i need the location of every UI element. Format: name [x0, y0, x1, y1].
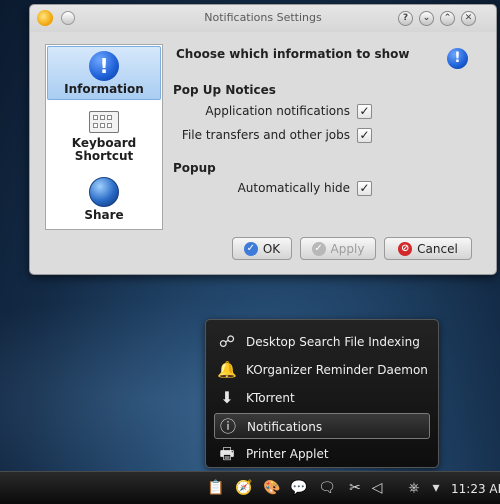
sidebar-item-information[interactable]: ! Information — [47, 46, 161, 100]
section-title-popup: Popup — [173, 161, 216, 175]
checkbox-file-transfers[interactable]: ✓ — [357, 128, 372, 143]
page-heading: Choose which information to show — [176, 47, 410, 61]
compass-icon[interactable]: 🧭 — [235, 479, 253, 497]
menu-item-ktorrent[interactable]: ⬇ KTorrent — [214, 385, 430, 411]
bell-icon: 🔔 — [217, 360, 237, 379]
settings-sidebar: ! Information Keyboard Shortcut Share — [45, 44, 163, 230]
section-title-pop-up-notices: Pop Up Notices — [173, 83, 276, 97]
info-icon: ! — [89, 51, 119, 81]
cancel-icon: ⊘ — [398, 241, 413, 256]
ok-button-label: OK — [262, 241, 281, 256]
chat-icon[interactable]: 💬 — [290, 479, 308, 497]
nepomuk-icon: ☍ — [218, 332, 236, 351]
title-bar[interactable]: Notifications Settings ? ⌄ ⌃ ✕ — [30, 5, 496, 32]
menu-item-label: Notifications — [247, 420, 323, 434]
sidebar-item-label: Share — [84, 208, 124, 222]
printer-icon: 🖶 — [219, 444, 235, 463]
option-label-application-notifications[interactable]: Application notifications — [205, 104, 350, 118]
option-label-automatically-hide[interactable]: Automatically hide — [238, 181, 350, 195]
info-icon: ! — [447, 48, 468, 69]
scissors-icon[interactable]: ✂ — [346, 479, 364, 497]
help-button[interactable]: ? — [398, 11, 413, 26]
sidebar-item-keyboard-shortcut[interactable]: Keyboard Shortcut — [47, 107, 161, 167]
arrow-left-icon[interactable]: ◁ — [368, 479, 386, 497]
menu-item-printer-applet[interactable]: 🖶 Printer Applet — [214, 441, 430, 467]
keyboard-icon — [89, 111, 119, 133]
sidebar-item-label: Shortcut — [74, 149, 134, 163]
clock[interactable]: 11:23 AM — [451, 482, 500, 496]
menu-item-label: KTorrent — [246, 391, 295, 405]
cancel-button-label: Cancel — [417, 241, 458, 256]
bottom-panel: 📋 🧭 🎨 💬 🗨 ✂ ◁ ⎈ ▾ 11:23 AM — [0, 471, 500, 504]
globe-icon — [89, 177, 119, 207]
menu-item-korganizer-reminder[interactable]: 🔔 KOrganizer Reminder Daemon — [214, 357, 430, 383]
paint-icon[interactable]: 🎨 — [263, 479, 281, 497]
minimize-button[interactable]: ⌄ — [419, 11, 434, 26]
option-label-file-transfers[interactable]: File transfers and other jobs — [182, 128, 350, 142]
system-tray-popup-menu: ☍ Desktop Search File Indexing 🔔 KOrgani… — [205, 319, 439, 468]
menu-item-notifications[interactable]: ⓘ Notifications — [214, 413, 430, 439]
notifications-settings-dialog: Notifications Settings ? ⌄ ⌃ ✕ ! Informa… — [29, 4, 497, 275]
close-button[interactable]: ✕ — [461, 11, 476, 26]
menu-item-label: Printer Applet — [246, 447, 329, 461]
sidebar-item-share[interactable]: Share — [47, 173, 161, 227]
info-icon: ⓘ — [219, 417, 236, 436]
menu-item-desktop-search[interactable]: ☍ Desktop Search File Indexing — [214, 329, 430, 355]
apply-button[interactable]: ✓ Apply — [300, 237, 376, 260]
cancel-button[interactable]: ⊘ Cancel — [384, 237, 472, 260]
speech-bubble-icon[interactable]: 🗨 — [318, 479, 336, 497]
ok-button[interactable]: ✓ OK — [232, 237, 292, 260]
maximize-button[interactable]: ⌃ — [440, 11, 455, 26]
apply-button-label: Apply — [330, 241, 365, 256]
check-icon: ✓ — [243, 241, 258, 256]
checkbox-automatically-hide[interactable]: ✓ — [357, 181, 372, 196]
menu-item-label: Desktop Search File Indexing — [246, 335, 420, 349]
sidebar-item-label: Information — [64, 82, 144, 96]
menu-item-label: KOrganizer Reminder Daemon — [246, 363, 428, 377]
arrow-down-icon[interactable]: ▾ — [427, 479, 445, 497]
checkbox-application-notifications[interactable]: ✓ — [357, 104, 372, 119]
network-icon[interactable]: ⎈ — [405, 479, 423, 497]
check-icon: ✓ — [311, 241, 326, 256]
clipboard-icon[interactable]: 📋 — [207, 479, 225, 497]
download-icon: ⬇ — [220, 388, 234, 407]
